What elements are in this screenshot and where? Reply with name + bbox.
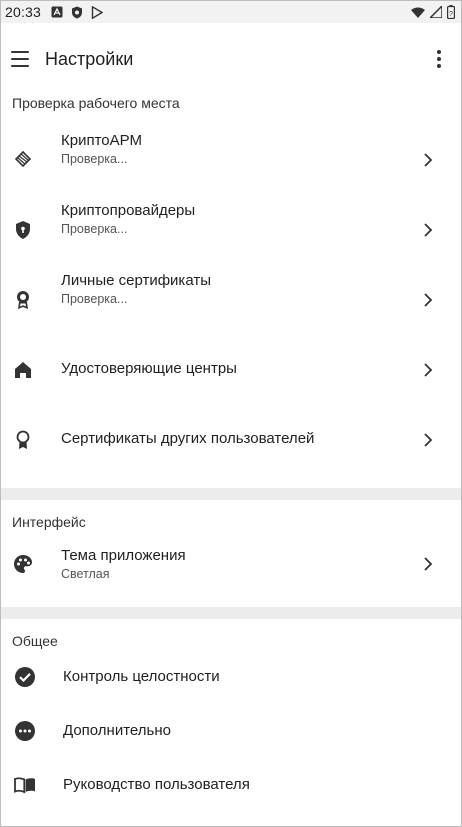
- item-title: Удостоверяющие центры: [61, 360, 237, 377]
- more-vert-icon[interactable]: [427, 47, 451, 71]
- shield-lock-icon: [11, 218, 35, 242]
- item-title: Тема приложения: [61, 547, 186, 564]
- section-header-workplace: Проверка рабочего места: [12, 95, 180, 111]
- more-circle-icon: [13, 719, 37, 743]
- item-text: Сертификаты других пользователей: [61, 430, 314, 448]
- settings-item-certificate-authorities[interactable]: Удостоверяющие центры: [1, 335, 461, 405]
- item-text: Контроль целостности: [63, 668, 220, 686]
- item-text: Личные сертификаты Проверка...: [61, 272, 211, 307]
- item-title: Личные сертификаты: [61, 272, 211, 289]
- svg-text:?: ?: [449, 11, 453, 18]
- chevron-right-icon: [423, 153, 433, 167]
- page-title: Настройки: [45, 48, 134, 69]
- status-icons-left: [51, 5, 104, 19]
- item-text: Руководство пользователя: [63, 776, 250, 794]
- item-title: КриптоАРМ: [61, 132, 142, 149]
- status-bar: 20:33 ?: [1, 1, 461, 23]
- home-icon: [11, 358, 35, 382]
- settings-item-advanced[interactable]: Дополнительно: [1, 717, 461, 771]
- settings-item-integrity-control[interactable]: Контроль целостности: [1, 663, 461, 717]
- section-header-interface: Интерфейс: [12, 514, 86, 530]
- item-subtitle: Светлая: [61, 567, 110, 581]
- book-icon: [13, 773, 37, 797]
- item-subtitle: Проверка...: [61, 152, 128, 166]
- settings-item-app-theme[interactable]: Тема приложения Светлая: [1, 544, 461, 602]
- palette-icon: [11, 552, 35, 576]
- wifi-icon: [411, 6, 425, 18]
- item-title: Дополнительно: [63, 722, 171, 739]
- signal-icon: [429, 6, 442, 18]
- settings-item-personal-certificates[interactable]: Личные сертификаты Проверка...: [1, 265, 461, 335]
- chevron-right-icon: [423, 293, 433, 307]
- item-subtitle: Проверка...: [61, 292, 128, 306]
- settings-item-cryptoproviders[interactable]: Криптопровайдеры Проверка...: [1, 195, 461, 265]
- play-icon: [91, 5, 104, 19]
- status-icons-right: ?: [411, 5, 455, 19]
- item-title: Руководство пользователя: [63, 776, 250, 793]
- chevron-right-icon: [423, 433, 433, 447]
- item-text: Криптопровайдеры Проверка...: [61, 202, 195, 237]
- status-time: 20:33: [5, 4, 42, 20]
- award-outline-icon: [11, 428, 35, 452]
- shield-icon: [71, 6, 83, 18]
- chevron-right-icon: [423, 223, 433, 237]
- item-title: Контроль целостности: [63, 668, 220, 685]
- chevron-right-icon: [423, 557, 433, 571]
- settings-item-cryptoarm[interactable]: КриптоАРМ Проверка...: [1, 125, 461, 195]
- link-diamond-icon: [11, 148, 35, 172]
- item-subtitle: Проверка...: [61, 222, 128, 236]
- battery-icon: ?: [446, 5, 455, 19]
- settings-item-user-guide[interactable]: Руководство пользователя: [1, 771, 461, 825]
- item-text: Дополнительно: [63, 722, 171, 740]
- item-text: Удостоверяющие центры: [61, 360, 237, 378]
- menu-icon[interactable]: [11, 51, 29, 67]
- item-title: Криптопровайдеры: [61, 202, 196, 219]
- section-divider: [1, 488, 461, 500]
- section-divider: [1, 607, 461, 619]
- chevron-right-icon: [423, 363, 433, 377]
- section-header-general: Общее: [12, 633, 58, 649]
- item-text: КриптоАРМ Проверка...: [61, 132, 142, 167]
- item-text: Тема приложения Светлая: [61, 547, 186, 582]
- award-icon: [11, 288, 35, 312]
- settings-item-other-users-certificates[interactable]: Сертификаты других пользователей: [1, 405, 461, 475]
- item-title: Сертификаты других пользователей: [61, 430, 315, 447]
- check-circle-icon: [13, 665, 37, 689]
- a-icon: [51, 6, 63, 18]
- app-bar: Настройки: [1, 23, 461, 95]
